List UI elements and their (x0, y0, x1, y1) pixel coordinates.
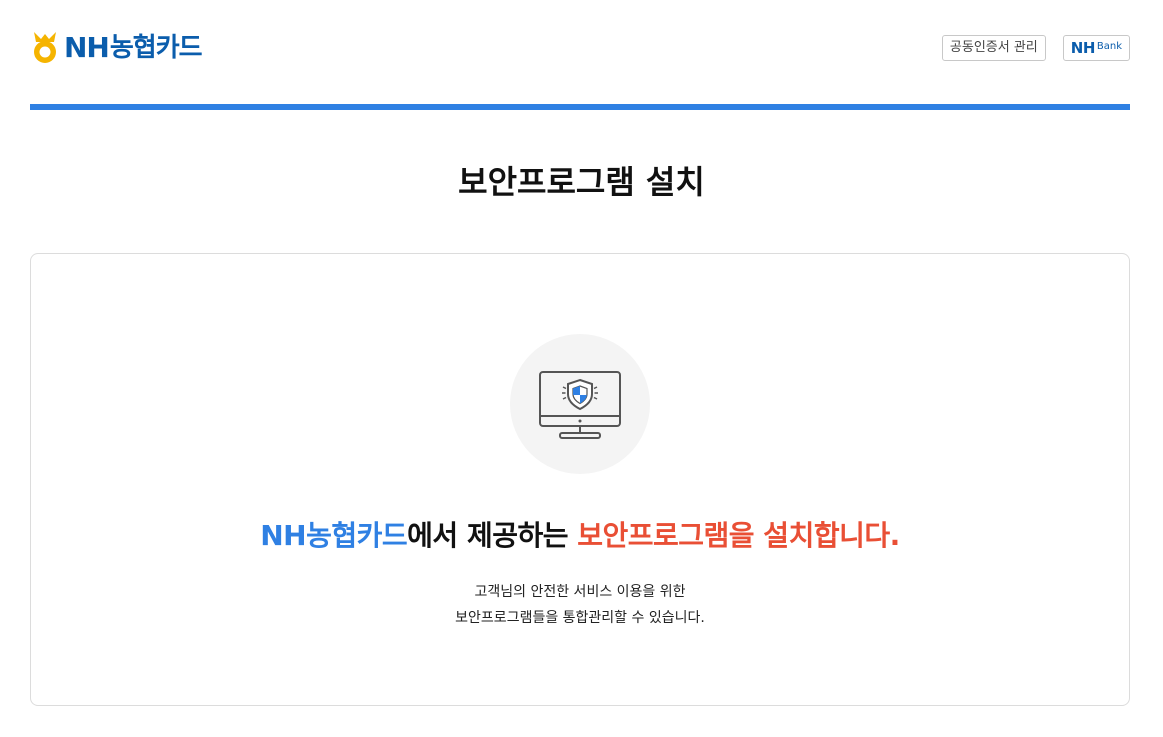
install-card: NH농협카드에서 제공하는 보안프로그램을 설치합니다. 고객님의 안전한 서비… (30, 253, 1130, 706)
page-title: 보안프로그램 설치 (458, 163, 705, 201)
nh-bank-link[interactable]: NH Bank (1062, 35, 1130, 61)
certificate-management-button[interactable]: 공동인증서 관리 (941, 35, 1046, 61)
header: NH 농협카드 공동인증서 관리 NH Bank (30, 28, 1130, 68)
nh-symbol-icon (34, 32, 56, 63)
headline-brand: NH농협카드 (260, 519, 408, 552)
install-description: 고객님의 안전한 서비스 이용을 위한 보안프로그램들을 통합관리할 수 있습니… (31, 579, 1129, 631)
headline-middle: 에서 제공하는 (407, 519, 578, 552)
monitor-shield-icon-wrap (510, 334, 650, 474)
header-utility: 공동인증서 관리 NH Bank (941, 35, 1130, 61)
logo-brand-text: 농협카드 (109, 33, 203, 63)
description-line-1: 고객님의 안전한 서비스 이용을 위한 (474, 584, 686, 600)
description-line-2: 보안프로그램들을 통합관리할 수 있습니다. (455, 610, 705, 626)
nh-card-logo[interactable]: NH 농협카드 (30, 30, 203, 66)
header-divider-bar (30, 104, 1130, 110)
nh-bank-nh-text: NH (1070, 39, 1096, 57)
headline-highlight: 보안프로그램을 설치합니다. (577, 519, 900, 552)
monitor-shield-icon (539, 371, 621, 439)
logo-nh-text: NH (64, 31, 110, 64)
install-headline: NH농협카드에서 제공하는 보안프로그램을 설치합니다. (31, 516, 1129, 556)
nh-bank-bank-text: Bank (1096, 40, 1122, 52)
